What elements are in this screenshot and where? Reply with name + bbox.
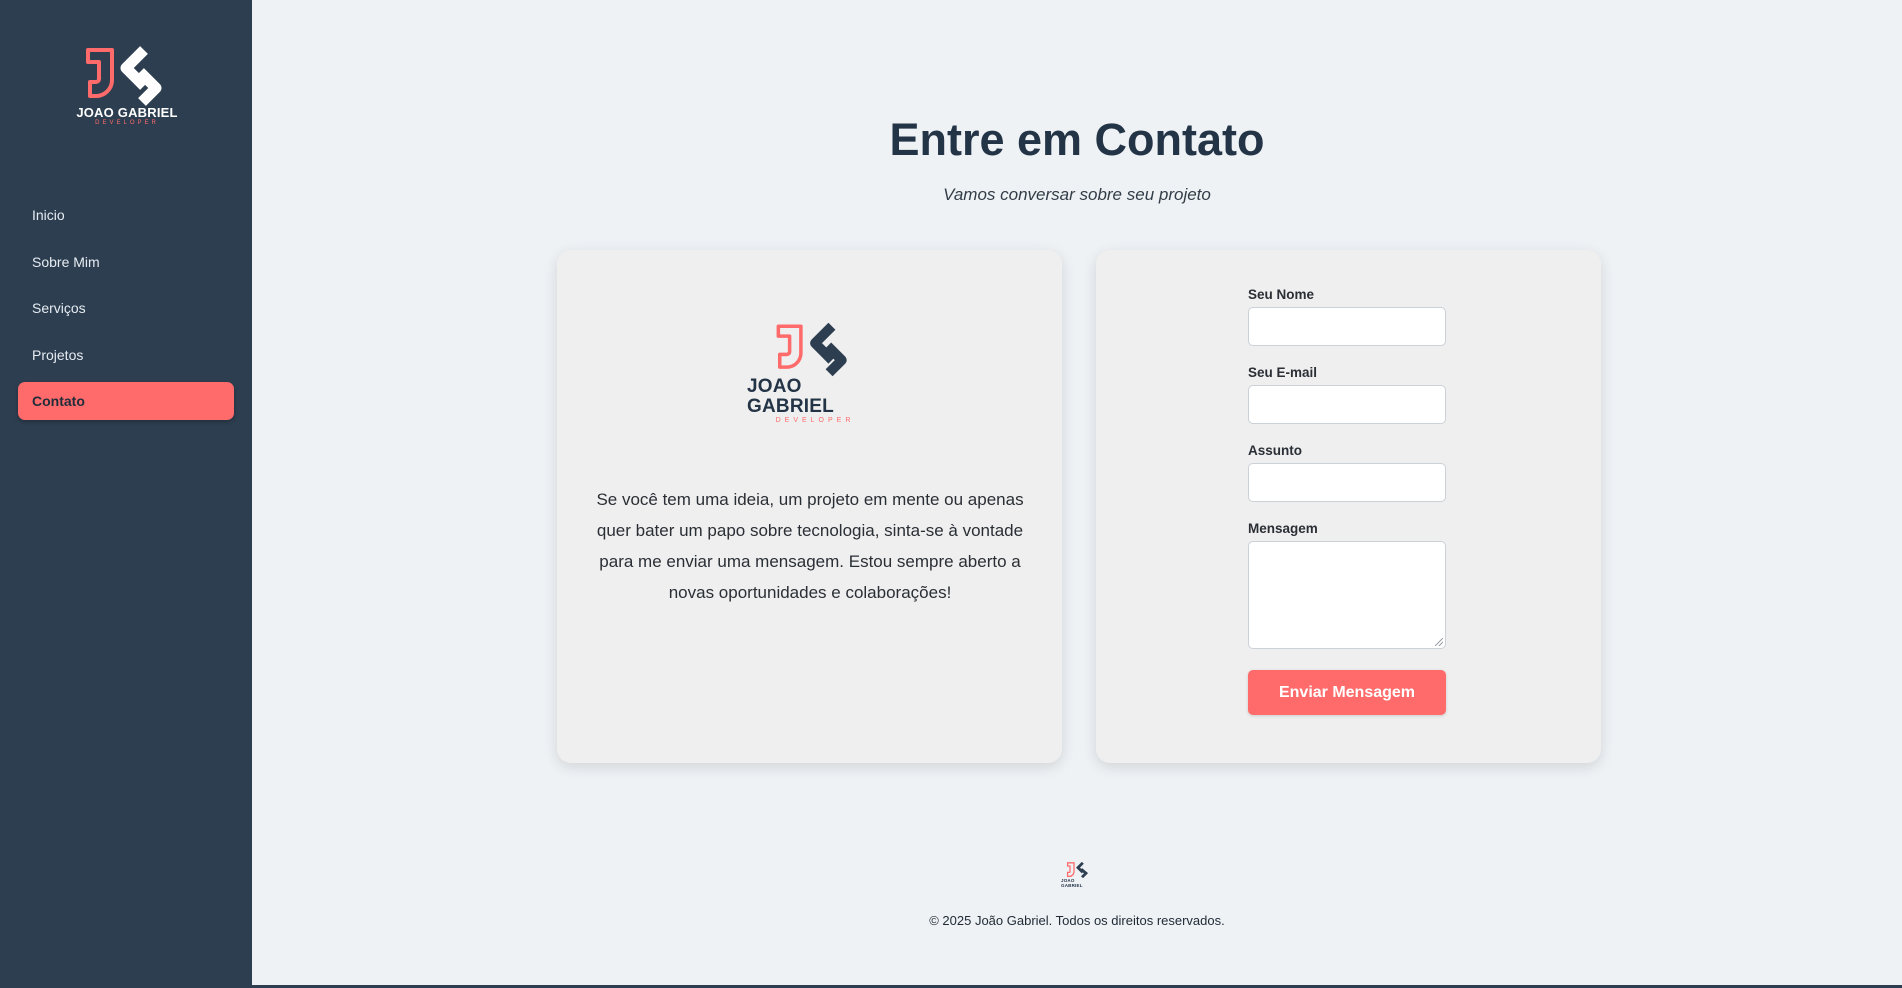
- subject-label: Assunto: [1248, 443, 1302, 458]
- message-label: Mensagem: [1248, 521, 1318, 536]
- page-title: Entre em Contato: [889, 114, 1265, 165]
- sidebar: JOAO GABRIEL DEVELOPER Inicio Sobre Mim …: [0, 0, 252, 988]
- sidebar-item-contato[interactable]: Contato: [18, 382, 234, 420]
- message-textarea[interactable]: [1248, 541, 1446, 649]
- jg-logo-mark-icon: [776, 322, 847, 377]
- footer-logo: JOAO GABRIEL: [1061, 862, 1095, 888]
- contact-info-card: JOAO GABRIEL DEVELOPER Se você tem uma i…: [557, 250, 1062, 763]
- name-label: Seu Nome: [1248, 287, 1315, 302]
- resize-grip-icon[interactable]: [1435, 638, 1443, 646]
- sidebar-item-projetos[interactable]: Projetos: [18, 336, 234, 374]
- sidebar-item-sobre-mim[interactable]: Sobre Mim: [18, 243, 234, 281]
- card-logo: JOAO GABRIEL DEVELOPER: [747, 322, 883, 424]
- sidebar-item-inicio[interactable]: Inicio: [18, 196, 234, 234]
- contact-form: Seu Nome Seu E-mail Assunto Mensagem Env…: [1248, 286, 1446, 715]
- logo-name: JOAO GABRIEL: [76, 105, 178, 120]
- jg-logo-mark-icon: [86, 46, 162, 106]
- sidebar-nav: Inicio Sobre Mim Serviços Projetos Conta…: [18, 196, 234, 429]
- name-input[interactable]: [1248, 307, 1446, 346]
- email-input[interactable]: [1248, 385, 1446, 424]
- sidebar-logo[interactable]: JOAO GABRIEL DEVELOPER: [74, 46, 180, 130]
- footer-copyright: © 2025 João Gabriel. Todos os direitos r…: [929, 913, 1225, 928]
- jg-logo-mark-icon: [1066, 862, 1089, 878]
- subject-input[interactable]: [1248, 463, 1446, 502]
- app: JOAO GABRIEL DEVELOPER Inicio Sobre Mim …: [0, 0, 1902, 988]
- logo-subtitle: DEVELOPER: [775, 417, 855, 424]
- page-subtitle: Vamos conversar sobre seu projeto: [943, 185, 1211, 204]
- logo-subtitle: DEVELOPER: [95, 120, 159, 126]
- sidebar-item-servicos[interactable]: Serviços: [18, 289, 234, 327]
- logo-name: JOAO GABRIEL: [1061, 878, 1083, 888]
- contact-form-card: Seu Nome Seu E-mail Assunto Mensagem Env…: [1096, 250, 1601, 763]
- send-message-button[interactable]: Enviar Mensagem: [1248, 670, 1446, 715]
- email-label: Seu E-mail: [1248, 365, 1318, 380]
- contact-intro-text: Se você tem uma ideia, um projeto em men…: [596, 490, 1024, 602]
- main-content: Entre em Contato Vamos conversar sobre s…: [252, 0, 1902, 988]
- logo-name: JOAO GABRIEL: [747, 376, 834, 417]
